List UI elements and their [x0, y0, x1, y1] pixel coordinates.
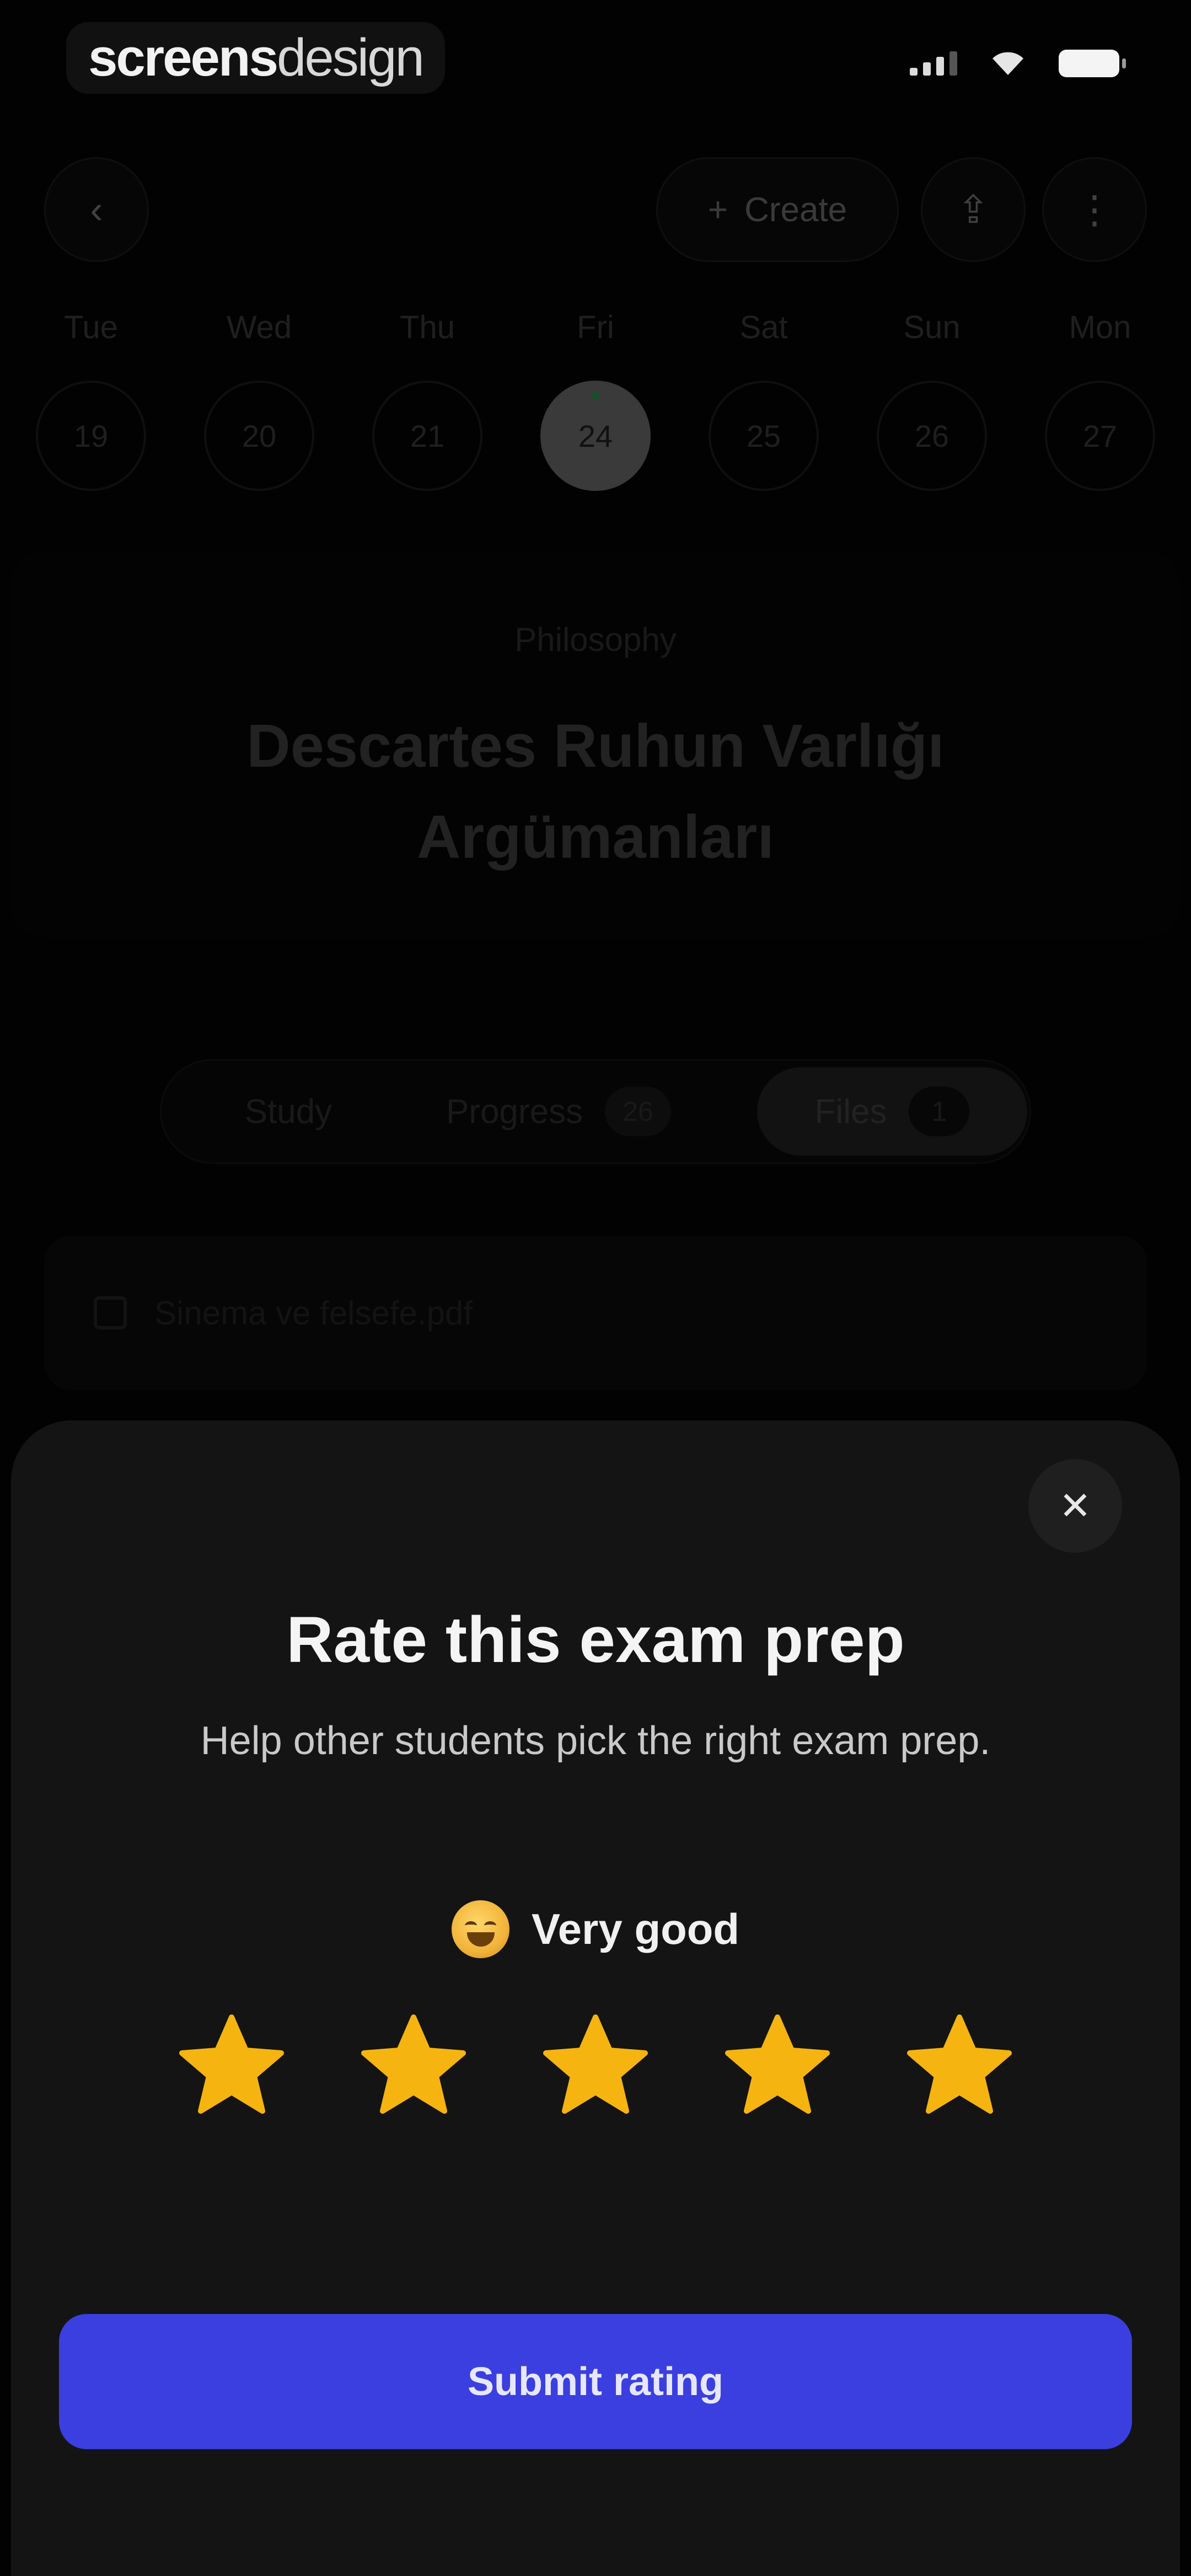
rating-label: Very good [531, 1905, 740, 1953]
day-name: Thu [400, 309, 455, 345]
day-fri-selected[interactable]: Fri 24 [538, 309, 653, 491]
activity-dot [592, 392, 599, 399]
day-number: 19 [36, 381, 146, 491]
create-button[interactable]: + Create [656, 157, 899, 262]
day-sun[interactable]: Sun 26 [874, 309, 990, 491]
submit-rating-button[interactable]: Submit rating [59, 2314, 1132, 2449]
day-name: Sun [903, 309, 961, 345]
lesson-subject: Philosophy [514, 621, 677, 658]
battery-icon [1059, 50, 1126, 77]
week-calendar: Tue 19 Wed 20 Thu 21 Fri 24 Sat 25 Sun 2… [33, 309, 1158, 491]
day-number: 21 [372, 381, 482, 491]
more-vertical-icon: ⋮ [1075, 188, 1114, 231]
file-list-item[interactable]: Sinema ve felsefe.pdf [44, 1236, 1147, 1390]
close-button[interactable]: ✕ [1028, 1459, 1122, 1553]
sheet-title: Rate this exam prep [286, 1604, 905, 1676]
watermark-logo: screens design [66, 22, 445, 94]
day-tue[interactable]: Tue 19 [33, 309, 149, 491]
star-2-icon[interactable] [358, 2011, 469, 2121]
watermark-bold: screens [88, 28, 278, 87]
wifi-icon [990, 51, 1026, 76]
share-button[interactable]: ⇪ [921, 157, 1026, 262]
day-name: Mon [1069, 309, 1131, 345]
tab-progress[interactable]: Progress 26 [415, 1067, 702, 1156]
create-label: Create [744, 190, 847, 229]
star-rating [176, 2011, 1015, 2121]
chevron-left-icon: ‹ [90, 188, 103, 231]
share-icon: ⇪ [957, 188, 990, 231]
day-number: 26 [877, 381, 987, 491]
rating-bottom-sheet: ✕ Rate this exam prep Help other student… [11, 1420, 1180, 2576]
star-4-icon[interactable] [722, 2011, 833, 2121]
grinning-face-icon [451, 1900, 509, 1958]
day-sat[interactable]: Sat 25 [706, 309, 822, 491]
day-wed[interactable]: Wed 20 [201, 309, 317, 491]
day-name: Tue [64, 309, 118, 345]
back-button[interactable]: ‹ [44, 157, 149, 262]
day-number: 20 [204, 381, 314, 491]
watermark-light: design [276, 28, 425, 87]
tab-study[interactable]: Study [184, 1067, 393, 1156]
day-thu[interactable]: Thu 21 [369, 309, 485, 491]
star-5-icon[interactable] [904, 2011, 1015, 2121]
tab-label: Study [244, 1092, 332, 1131]
day-mon[interactable]: Mon 27 [1042, 309, 1158, 491]
star-3-icon[interactable] [540, 2011, 651, 2121]
screen: screens design ‹ + Create ⇪ ⋮ Tue 19 Wed… [0, 0, 1191, 2576]
day-name: Sat [739, 309, 788, 345]
day-name: Wed [226, 309, 292, 345]
tab-label: Progress [446, 1092, 583, 1131]
tab-label: Files [814, 1092, 887, 1131]
plus-icon: + [707, 190, 728, 229]
day-number: 25 [709, 381, 819, 491]
file-icon [94, 1296, 127, 1329]
status-bar: screens design [0, 0, 1191, 110]
star-1-icon[interactable] [176, 2011, 287, 2121]
more-button[interactable]: ⋮ [1042, 157, 1147, 262]
submit-label: Submit rating [468, 2359, 723, 2404]
rating-feedback: Very good [11, 1900, 1180, 1958]
day-name: Fri [577, 309, 614, 345]
status-icons [910, 50, 1126, 77]
file-name: Sinema ve felsefe.pdf [154, 1294, 473, 1332]
count-badge: 1 [909, 1087, 970, 1136]
sheet-subtitle: Help other students pick the right exam … [200, 1719, 991, 1763]
tab-files[interactable]: Files 1 [757, 1067, 1027, 1156]
day-number: 27 [1045, 381, 1155, 491]
content-tabs: Study Progress 26 Files 1 [160, 1059, 1031, 1164]
count-badge: 26 [605, 1087, 672, 1136]
lesson-title: Descartes Ruhun Varlığı Argümanları [246, 712, 945, 871]
cellular-signal-icon [910, 51, 957, 76]
close-icon: ✕ [1059, 1484, 1092, 1527]
